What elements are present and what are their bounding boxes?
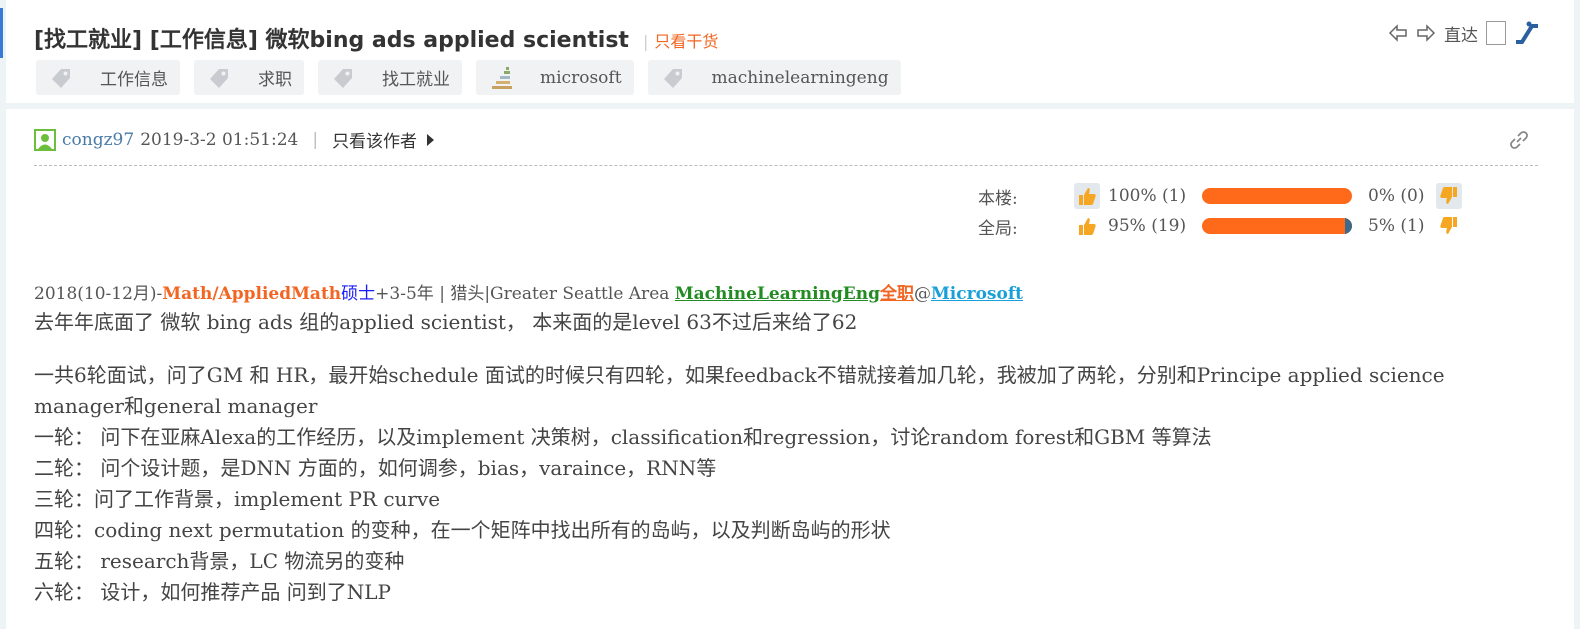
- play-triangle-icon[interactable]: [427, 133, 435, 146]
- title-separator: |: [642, 32, 649, 51]
- ladder-icon: [492, 66, 512, 89]
- thumbs-down-icon: [1440, 217, 1457, 234]
- vote-row-global: 全局: 95% (19) 5% (1): [978, 211, 1462, 241]
- thread-title: [找工就业] [工作信息] 微软bing ads applied scienti…: [34, 28, 629, 53]
- tag-item[interactable]: 工作信息: [36, 60, 180, 95]
- interview-round: 六轮： 设计，如何推荐产品 问到了NLP: [34, 580, 391, 604]
- job-position-link[interactable]: MachineLearningEng: [675, 284, 880, 304]
- meta-divider: [34, 165, 1538, 166]
- goto-label: 直达: [1444, 25, 1478, 46]
- tag-list: 工作信息 求职 找工就业 microsoft machinelearningen…: [36, 60, 901, 95]
- tag-item[interactable]: 找工就业: [318, 60, 462, 95]
- tag-label: microsoft: [540, 67, 622, 88]
- tag-icon: [52, 68, 70, 88]
- thumbs-up-icon: [1079, 218, 1096, 235]
- tag-label: 工作信息: [100, 70, 168, 90]
- vote-bar: [1202, 188, 1352, 204]
- post-content: 2018(10-12月)-Math/AppliedMath硕士+3-5年 | 猎…: [34, 281, 1514, 608]
- vote-down-percent: 5% (1): [1368, 216, 1425, 236]
- vote-bar: [1202, 218, 1352, 234]
- tag-label: 找工就业: [382, 70, 450, 90]
- goto-input[interactable]: [1486, 21, 1506, 45]
- content-paragraph: 去年年底面了 微软 bing ads 组的applied scientist， …: [34, 310, 858, 334]
- tag-icon: [334, 68, 352, 88]
- thumbs-up-button[interactable]: [1074, 213, 1100, 239]
- only-good-link[interactable]: 只看干货: [654, 28, 718, 52]
- interview-round: 五轮： research背景，LC 物流另的变种: [34, 549, 405, 573]
- header-accent: [0, 8, 3, 58]
- thumbs-down-icon: [1440, 187, 1457, 204]
- tag-label: machinelearningeng: [711, 67, 889, 88]
- only-author-link[interactable]: 只看该作者: [332, 127, 417, 152]
- thumbs-down-button[interactable]: [1436, 183, 1462, 209]
- content-paragraph: 一共6轮面试，问了GM 和 HR，最开始schedule 面试的时候只有四轮，如…: [34, 363, 1445, 418]
- vote-down-percent: 0% (0): [1368, 186, 1425, 206]
- tag-item[interactable]: machinelearningeng: [647, 60, 901, 95]
- author-link[interactable]: congz97: [62, 130, 134, 150]
- vote-label: 全局:: [978, 218, 1018, 239]
- thread-header: [找工就业] [工作信息] 微软bing ads applied scienti…: [0, 0, 1574, 103]
- post-meta: congz97 2019-3-2 01:51:24 | 只看该作者: [34, 127, 435, 152]
- vote-label: 本楼:: [978, 188, 1018, 209]
- vote-row-floor: 本楼: 100% (1) 0% (0): [978, 181, 1462, 211]
- job-info-line: 2018(10-12月)-Math/AppliedMath硕士+3-5年 | 猎…: [34, 281, 1514, 307]
- avatar[interactable]: [34, 128, 56, 151]
- post-date: 2019-3-2 01:51:24: [140, 129, 299, 150]
- tag-item[interactable]: microsoft: [476, 60, 634, 95]
- link-icon[interactable]: [1508, 129, 1530, 151]
- job-at: @: [913, 284, 931, 304]
- vote-table: 本楼: 100% (1) 0% (0) 全局: 95% (19) 5% (1): [978, 181, 1462, 241]
- job-major: Math/AppliedMath: [162, 284, 342, 304]
- tag-icon: [210, 68, 228, 88]
- tag-label: 求职: [258, 70, 292, 90]
- vote-bar-negative: [1344, 218, 1352, 234]
- user-avatar-icon: [36, 130, 54, 149]
- thumbs-up-icon: [1079, 188, 1096, 205]
- title-row: [找工就业] [工作信息] 微软bing ads applied scienti…: [34, 22, 718, 54]
- prev-thread-icon[interactable]: [1388, 23, 1408, 43]
- vote-up-percent: 100% (1): [1108, 186, 1187, 206]
- thumbs-down-button[interactable]: [1436, 213, 1462, 239]
- interview-round: 三轮：问了工作背景，implement PR curve: [34, 487, 441, 511]
- tag-item[interactable]: 求职: [194, 60, 304, 95]
- meta-separator: |: [312, 129, 319, 150]
- thumbs-up-button[interactable]: [1074, 183, 1100, 209]
- post-body: congz97 2019-3-2 01:51:24 | 只看该作者 本楼: 10…: [6, 109, 1574, 629]
- interview-round: 二轮： 问个设计题，是DNN 方面的，如何调参，bias，varaince，RN…: [34, 456, 717, 480]
- thread-nav: 直达: [1388, 20, 1540, 46]
- job-degree: 硕士: [341, 284, 376, 304]
- interview-round: 一轮： 问下在亚麻Alexa的工作经历，以及implement 决策树，clas…: [34, 425, 1212, 449]
- job-experience: +3-5年 | 猎头|Greater Seattle Area: [375, 284, 675, 304]
- interview-round: 四轮：coding next permutation 的变种，在一个矩阵中找出所…: [34, 518, 891, 542]
- job-type-link[interactable]: 全职: [880, 284, 914, 304]
- job-company-link[interactable]: Microsoft: [931, 284, 1023, 304]
- job-period: 2018(10-12月)-: [34, 284, 163, 304]
- vote-up-percent: 95% (19): [1108, 216, 1187, 236]
- tag-icon: [663, 68, 682, 88]
- escalator-icon[interactable]: [1514, 20, 1540, 46]
- next-thread-icon[interactable]: [1416, 23, 1436, 43]
